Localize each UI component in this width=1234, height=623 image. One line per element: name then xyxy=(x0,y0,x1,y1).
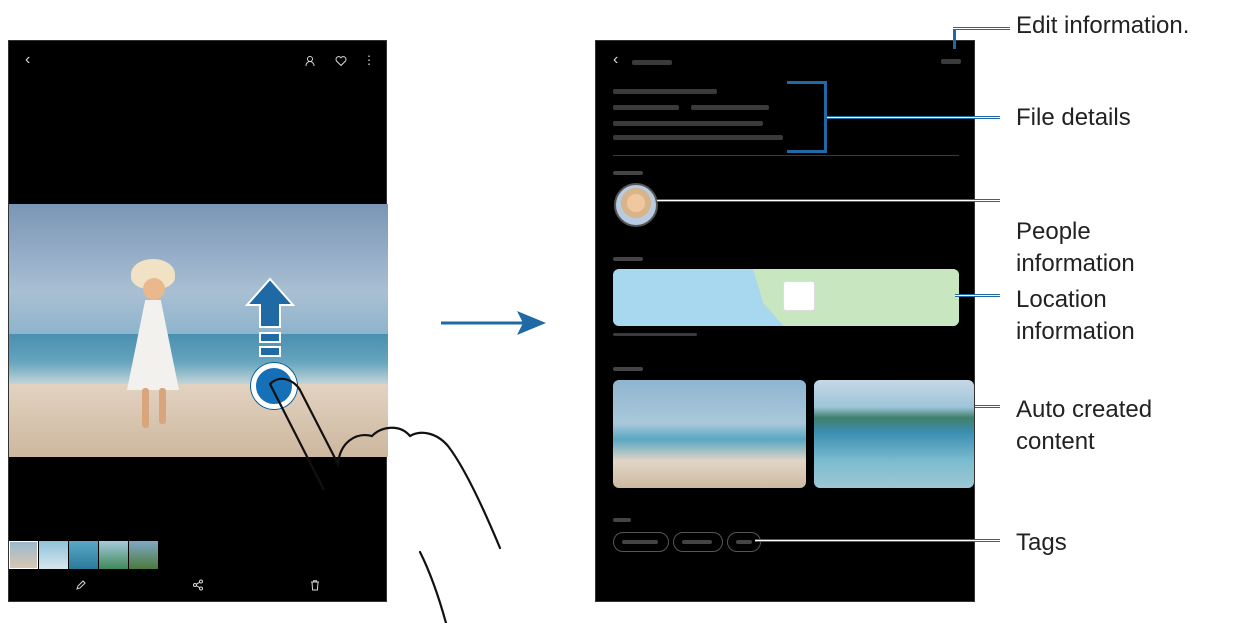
more-vert-icon[interactable]: ⋮ xyxy=(363,54,375,66)
location-section-title xyxy=(613,257,643,261)
thumbnail[interactable] xyxy=(9,541,38,569)
callout-location-information: Location information xyxy=(1016,286,1135,345)
created-section-title xyxy=(613,367,643,371)
auto-created-card[interactable] xyxy=(613,380,806,488)
pencil-icon[interactable] xyxy=(75,579,87,594)
transition-arrow-icon xyxy=(441,311,546,335)
callout-line-edit-drop xyxy=(953,27,956,49)
file-resolution xyxy=(691,105,769,110)
callout-line-auto xyxy=(975,405,1000,408)
callout-line-file xyxy=(827,116,1000,119)
tag-chip[interactable] xyxy=(613,532,669,552)
callout-line-people xyxy=(657,199,1000,202)
file-path xyxy=(613,121,763,126)
back-icon[interactable]: ‹ xyxy=(25,52,30,68)
callout-file-details: File details xyxy=(1016,104,1131,131)
divider xyxy=(613,155,959,156)
stage: ‹ ⋮ ‹ Edit information. File details Peo… xyxy=(0,0,1234,623)
swipe-up-arrow-icon xyxy=(245,277,295,357)
tags-section-title xyxy=(613,518,631,522)
callout-line-tags xyxy=(755,539,1000,542)
person-icon[interactable] xyxy=(305,55,317,69)
location-address xyxy=(613,333,697,336)
people-section-title xyxy=(613,171,643,175)
tag-chip[interactable] xyxy=(673,532,723,552)
location-map[interactable] xyxy=(613,269,959,326)
file-camera xyxy=(613,135,783,140)
thumbnail[interactable] xyxy=(39,541,68,569)
callout-edit-information: Edit information. xyxy=(1016,12,1190,39)
thumbnail[interactable] xyxy=(69,541,98,569)
callout-line-location xyxy=(955,294,1000,297)
thumbnail[interactable] xyxy=(129,541,158,569)
map-photo-pin xyxy=(783,281,815,311)
details-screen: ‹ xyxy=(595,40,975,602)
heart-icon[interactable] xyxy=(335,55,347,69)
girl-leg xyxy=(142,388,149,428)
girl-leg xyxy=(159,388,166,424)
auto-created-card[interactable] xyxy=(814,380,974,488)
tag-chip[interactable] xyxy=(727,532,761,552)
edit-button[interactable] xyxy=(941,59,961,64)
back-icon[interactable]: ‹ xyxy=(613,52,618,68)
callout-people-information: People information xyxy=(1016,218,1135,277)
thumbnail[interactable] xyxy=(99,541,128,569)
girl-face xyxy=(143,278,165,300)
callout-line-edit xyxy=(955,27,1010,30)
hand-icon xyxy=(268,377,502,623)
file-details-bracket xyxy=(787,81,827,153)
details-title xyxy=(632,60,672,65)
share-icon[interactable] xyxy=(192,579,204,594)
callout-tags: Tags xyxy=(1016,529,1067,556)
thumbnail-strip xyxy=(9,541,158,569)
person-avatar[interactable] xyxy=(614,183,658,227)
file-size xyxy=(613,105,679,110)
file-date xyxy=(613,89,717,94)
callout-auto-created-content: Auto created content xyxy=(1016,396,1153,455)
